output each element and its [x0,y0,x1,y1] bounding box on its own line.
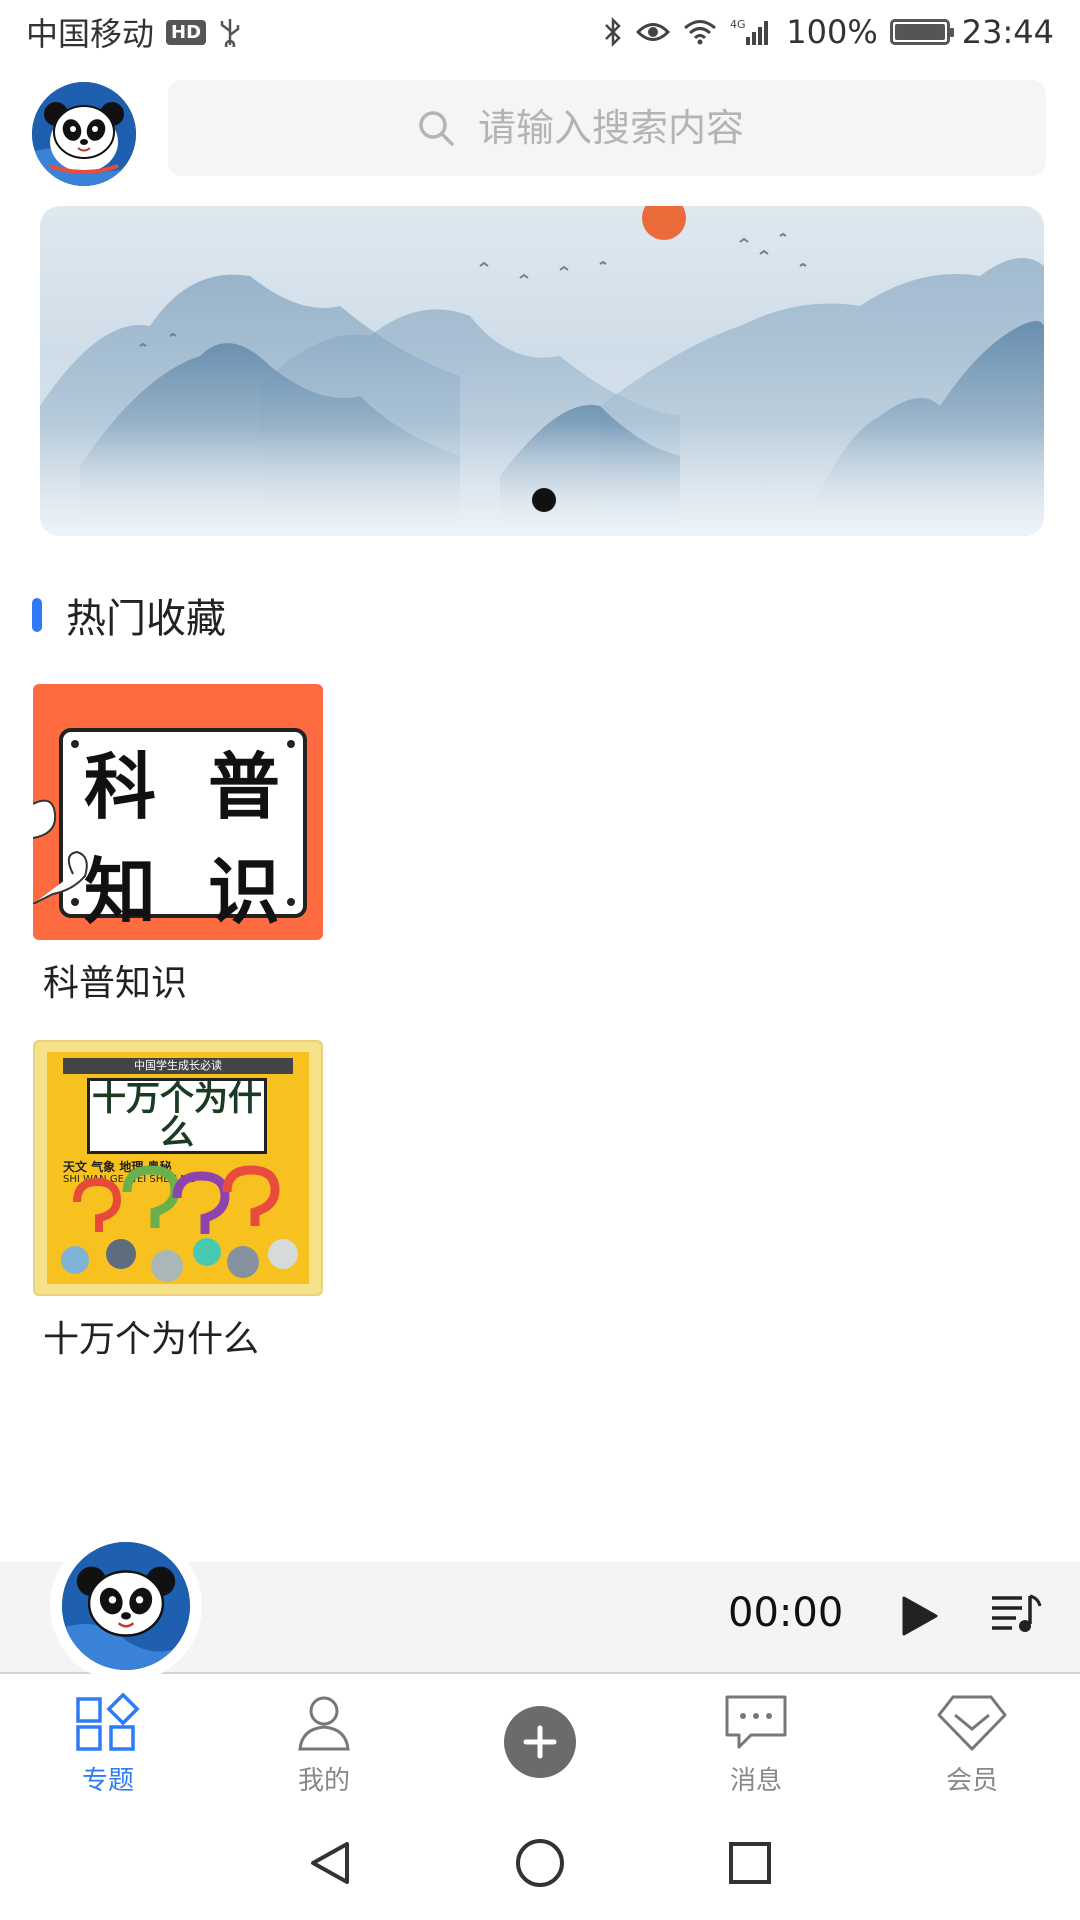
recents-icon [729,1842,771,1884]
question-marks-art [61,1165,298,1282]
cover-char: 科 [83,744,158,829]
section-title: 热门收藏 [66,596,226,642]
section-accent-bar [32,598,42,632]
nav-label: 会员 [945,1766,998,1796]
status-left: 中国移动 HD [26,9,242,55]
nav-tab-vip[interactable]: 会员 [864,1676,1080,1806]
signal-icon: 4G [730,17,774,47]
home-icon [516,1839,564,1887]
cartoon-hand-icon [33,799,88,904]
battery-icon [889,19,954,45]
back-button[interactable] [300,1833,360,1893]
back-icon [311,1842,349,1884]
banner-carousel[interactable] [40,206,1044,536]
search-box[interactable] [168,80,1046,176]
favorite-card[interactable]: 科 普 知 识 科普知识 [33,684,323,1006]
system-nav-bar [0,1806,1080,1920]
player-time: 00:00 [728,1590,844,1636]
message-icon [721,1690,791,1756]
playlist-icon [992,1594,1042,1632]
play-button[interactable] [896,1594,940,1638]
battery-percent: 100% [786,13,878,51]
cover-inner: 中国学生成长必读 十万个为什么 天文 气象 地理 奥秘 SHI WAN GE W… [47,1052,309,1284]
playlist-button[interactable] [990,1592,1042,1636]
carousel-indicator-dot[interactable] [532,488,556,512]
user-avatar[interactable] [32,82,136,186]
section-header: 热门收藏 [32,590,226,642]
eye-icon [636,19,671,45]
card-cover-image: 科 普 知 识 [33,684,323,940]
card-title: 十万个为什么 [43,1319,260,1360]
battery-fill [894,24,945,40]
hd-badge: HD [166,19,207,45]
panda-avatar-icon [32,82,136,186]
landscape-banner-image [40,206,1044,536]
add-icon [504,1706,576,1778]
cover-strip: 中国学生成长必读 [63,1058,293,1074]
usb-icon [218,17,242,47]
nav-tab-add[interactable] [432,1676,648,1806]
nav-tab-topics[interactable]: 专题 [0,1676,216,1806]
diamond-icon [937,1690,1007,1756]
favorite-card[interactable]: 中国学生成长必读 十万个为什么 天文 气象 地理 奥秘 SHI WAN GE W… [33,1040,323,1362]
user-icon [289,1690,359,1756]
cover-char: 知 [83,849,158,934]
cover-title: 十万个为什么 [87,1078,267,1154]
card-cover-image: 中国学生成长必读 十万个为什么 天文 气象 地理 奥秘 SHI WAN GE W… [33,1040,323,1296]
bluetooth-icon [602,16,624,48]
bottom-nav: 专题 我的 消息 会员 [0,1676,1080,1806]
recents-button[interactable] [720,1833,780,1893]
header [0,74,1080,186]
cover-char: 识 [207,849,282,934]
search-input[interactable] [478,80,998,176]
nav-label: 我的 [297,1766,350,1796]
wifi-icon [682,18,718,46]
play-icon [902,1596,938,1636]
nav-tab-mine[interactable]: 我的 [216,1676,432,1806]
nav-label: 专题 [81,1766,134,1796]
cover-text-grid: 科 普 知 识 [59,728,307,934]
network-type: 4G [730,18,746,31]
search-icon [416,108,456,152]
card-title: 科普知识 [43,963,188,1004]
carrier-name: 中国移动 [26,15,155,53]
cover-char: 普 [207,744,282,829]
panda-artwork-icon [62,1542,190,1670]
status-bar: 中国移动 HD 4G 100% 23:44 [0,0,1080,64]
nav-tab-messages[interactable]: 消息 [648,1676,864,1806]
status-right: 4G 100% 23:44 [602,13,1054,51]
player-artwork[interactable] [50,1530,202,1682]
nav-label: 消息 [729,1766,782,1796]
grid-icon [73,1690,143,1756]
home-button[interactable] [510,1833,570,1893]
clock: 23:44 [961,13,1054,51]
